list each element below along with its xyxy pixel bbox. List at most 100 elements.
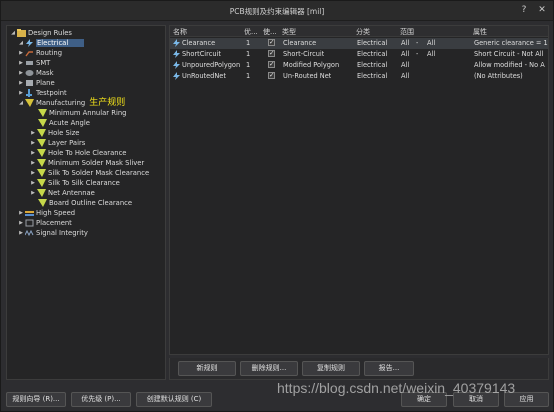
report-button[interactable]: 报告... [364,361,414,376]
new-rule-button[interactable]: 新规则 [178,361,236,376]
priorities-button[interactable]: 优先级 (P)... [71,392,131,407]
tree-root-design-rules[interactable]: ◢ Design Rules [10,28,72,38]
column-header-type[interactable]: 类型 [282,27,296,37]
rule-enabled-checkbox[interactable]: ✓ [268,61,275,68]
table-row[interactable]: Clearance 1 ✓ Clearance Electrical All -… [170,38,548,49]
rule-type: Modified Polygon [283,61,340,69]
close-button[interactable]: ✕ [535,4,549,17]
rule-icon [37,189,46,197]
rule-electrical-icon [172,61,180,69]
expand-arrow-icon[interactable]: ▶ [18,218,24,228]
expand-arrow-icon[interactable]: ▶ [18,88,24,98]
rule-attributes: Allow modified - No A [474,61,545,69]
rule-scope-first: All [401,72,410,80]
tree-item-mask[interactable]: ▶ Mask [18,68,53,78]
tree-item-testpoint[interactable]: ▶ Testpoint [18,88,67,98]
expand-arrow-icon[interactable]: ▶ [18,78,24,88]
rule-category: Electrical [357,72,388,80]
window-title: PCB规则及约束编辑器 [mil] [229,7,325,16]
column-header-name[interactable]: 名称 [173,27,187,37]
create-default-rules-button[interactable]: 创建默认规则 (C) [136,392,212,407]
rule-icon [38,109,47,117]
rule-type: Short-Circuit [283,50,325,58]
tree-item-placement[interactable]: ▶ Placement [18,218,72,228]
tree-item-routing[interactable]: ▶ Routing [18,48,62,58]
rule-type: Clearance [283,39,317,47]
rule-wizard-button[interactable]: 规则向导 (R)... [6,392,66,407]
rule-attributes: Short Circuit - Not All [474,50,544,58]
tree-item-silk-to-silk-clearance[interactable]: ▶ Silk To Silk Clearance [30,178,120,188]
expand-arrow-icon[interactable]: ▶ [30,148,36,158]
table-row[interactable]: UnpouredPolygon 1 ✓ Modified Polygon Ele… [170,60,548,71]
column-header-priority[interactable]: 优... [244,27,262,37]
rule-enabled-checkbox[interactable]: ✓ [268,50,275,57]
rule-tree: ◢ Design Rules ◢ Electrical ▶ Routing ▶ SMT … [6,25,166,380]
expand-arrow-icon[interactable]: ▶ [18,58,24,68]
delete-rule-button[interactable]: 删除规则... [240,361,298,376]
expand-arrow-icon[interactable]: ▶ [30,138,36,148]
column-header-attributes[interactable]: 属性 [473,27,487,37]
expand-arrow-icon[interactable]: ▶ [18,68,24,78]
expand-arrow-icon[interactable]: ◢ [18,38,24,48]
rule-icon [37,129,46,137]
highspeed-icon [25,209,34,217]
expand-arrow-icon[interactable]: ▶ [18,228,24,238]
plane-icon [25,79,34,87]
table-row[interactable]: ShortCircuit 1 ✓ Short-Circuit Electrica… [170,49,548,60]
table-row[interactable]: UnRoutedNet 1 ✓ Un-Routed Net Electrical… [170,71,548,82]
tree-item-board-outline-clearance[interactable]: Board Outline Clearance [37,198,132,208]
rule-icon [37,169,46,177]
tree-item-signal-integrity[interactable]: ▶ Signal Integrity [18,228,88,238]
watermark-text: https://blog.csdn.net/weixin_40379143 [277,380,516,396]
rule-icon [37,149,46,157]
tree-item-minimum-annular-ring[interactable]: Minimum Annular Ring [37,108,126,118]
expand-arrow-icon[interactable]: ▶ [30,128,36,138]
expand-arrow-icon[interactable]: ▶ [30,158,36,168]
tree-item-acute-angle[interactable]: Acute Angle [37,118,90,128]
column-header-enabled[interactable]: 使... [263,27,281,37]
expand-arrow-icon[interactable]: ▶ [30,188,36,198]
rule-electrical-icon [172,50,180,58]
tree-item-high-speed[interactable]: ▶ High Speed [18,208,75,218]
expand-arrow-icon[interactable]: ▶ [18,48,24,58]
tree-item-plane[interactable]: ▶ Plane [18,78,55,88]
rule-attributes: (No Attributes) [474,72,523,80]
rule-icon [37,179,46,187]
tree-item-silk-to-solder-mask-clearance[interactable]: ▶ Silk To Solder Mask Clearance [30,168,149,178]
rule-name: Clearance [182,39,216,47]
rule-electrical-icon [172,39,180,47]
expand-arrow-icon[interactable]: ◢ [10,28,16,38]
expand-arrow-icon[interactable]: ▶ [30,168,36,178]
grid-button-bar: 新规则 删除规则... 复制规则 报告... [169,358,549,380]
rule-priority: 1 [246,50,251,58]
tree-item-net-antennae[interactable]: ▶ Net Antennae [30,188,95,198]
rule-priority: 1 [246,72,251,80]
smt-icon [25,59,34,67]
rules-grid: 名称 优... 使... 类型 分类 范围 属性 Clearance 1 ✓ C… [169,25,549,355]
electrical-icon [25,39,34,47]
testpoint-icon [25,89,34,97]
rule-category: Electrical [357,50,388,58]
rule-icon [38,199,47,207]
tree-item-electrical[interactable]: ◢ Electrical [18,38,85,48]
column-header-category[interactable]: 分类 [356,27,370,37]
rule-enabled-checkbox[interactable]: ✓ [268,72,275,79]
expand-arrow-icon[interactable]: ◢ [18,98,24,108]
tree-item-hole-size[interactable]: ▶ Hole Size [30,128,79,138]
rule-scope-separator: - [416,50,419,58]
tree-item-manufacturing[interactable]: ◢ Manufacturing 生产规则 [18,98,125,108]
expand-arrow-icon[interactable]: ▶ [30,178,36,188]
help-button[interactable]: ? [517,4,531,17]
column-header-scope[interactable]: 范围 [400,27,414,37]
rule-icon [37,139,46,147]
copy-rule-button[interactable]: 复制规则 [302,361,360,376]
rule-category: Electrical [357,61,388,69]
rule-scope-first: All [401,50,410,58]
tree-item-minimum-solder-mask-sliver[interactable]: ▶ Minimum Solder Mask Sliver [30,158,144,168]
manufacturing-icon [25,99,34,107]
tree-item-hole-to-hole-clearance[interactable]: ▶ Hole To Hole Clearance [30,148,126,158]
tree-item-layer-pairs[interactable]: ▶ Layer Pairs [30,138,85,148]
rule-enabled-checkbox[interactable]: ✓ [268,39,275,46]
tree-item-smt[interactable]: ▶ SMT [18,58,50,68]
expand-arrow-icon[interactable]: ▶ [18,208,24,218]
